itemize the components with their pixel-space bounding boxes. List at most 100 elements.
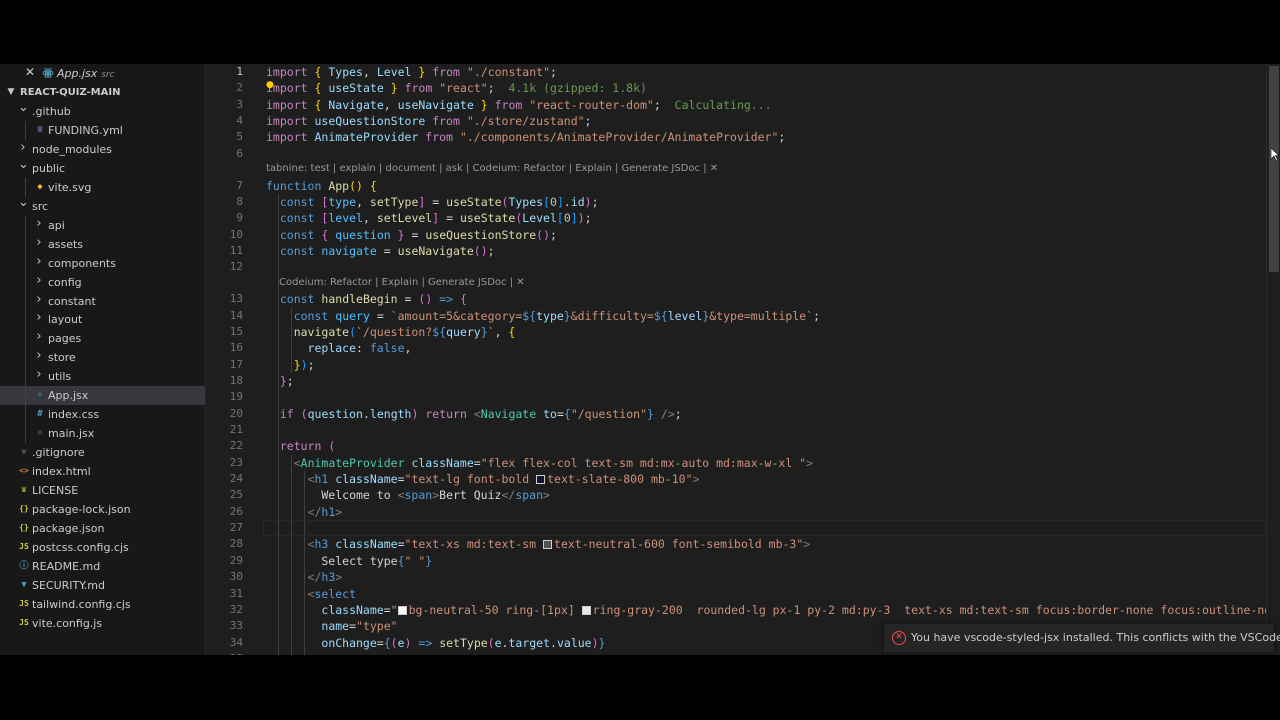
tree-item-label: FUNDING.yml	[48, 123, 123, 137]
code-line[interactable]: 24 <h1 className="text-lg font-bold text…	[206, 471, 1280, 487]
tree-item-index-html[interactable]: <> index.html	[0, 462, 205, 481]
code-line[interactable]: 2 import { useState } from "react"; 4.1k …	[206, 80, 1280, 96]
tree-item-vite-svg[interactable]: ◆ vite.svg	[0, 178, 205, 197]
code-line[interactable]: 26 </h1>	[206, 504, 1280, 520]
tree-item-vite-config-js[interactable]: JS vite.config.js	[0, 614, 205, 633]
color-swatch	[581, 605, 591, 615]
code-lens-actions[interactable]: Codeium: Refactor | Explain | Generate J…	[279, 277, 525, 291]
line-number: 14	[229, 308, 243, 322]
code-line[interactable]: 19	[206, 389, 1280, 405]
lightbulb-icon[interactable]: ●	[266, 77, 274, 93]
code-line[interactable]: 21	[206, 422, 1280, 438]
tree-item-security-md[interactable]: ▼ SECURITY.md	[0, 576, 205, 595]
tree-item-github[interactable]: ⌄ .github	[0, 101, 205, 121]
code-line[interactable]: 1 import { Types, Level } from "./constan…	[206, 64, 1280, 80]
react-icon	[42, 67, 54, 82]
code-line[interactable]: 15 navigate(`/question?${query}`, {	[206, 324, 1280, 340]
tree-item-config[interactable]: › config	[0, 273, 205, 292]
code-line[interactable]: 12	[206, 259, 1280, 275]
tree-item-label: node_modules	[32, 142, 112, 156]
line-number: 3	[236, 97, 243, 111]
line-number: 11	[229, 244, 243, 257]
code-lens-actions[interactable]: tabnine: test | explain | document | ask…	[266, 163, 718, 177]
tree-item-utils[interactable]: › utils	[0, 367, 205, 386]
code-line[interactable]: 8 const [type, setType] = useState(Types…	[206, 194, 1280, 210]
code-line[interactable]: 25 Welcome to <span>Bert Quiz</span>	[206, 487, 1280, 503]
code-line[interactable]: 7 function App() {	[206, 178, 1280, 194]
tree-item-layout[interactable]: › layout	[0, 310, 205, 329]
info-file-icon: ⓘ	[19, 560, 29, 571]
line-number: 33	[229, 619, 243, 633]
code-text: if (question.length) return <Navigate to…	[279, 406, 682, 421]
tree-item-components[interactable]: › components	[0, 254, 205, 273]
chevron-down-icon: ⌄	[18, 194, 29, 210]
tree-item-assets[interactable]: › assets	[0, 235, 205, 254]
code-line[interactable]: 30 </h3>	[206, 569, 1280, 585]
code-line[interactable]: 28 <h3 className="text-xs md:text-sm tex…	[206, 536, 1280, 552]
tree-item-pages[interactable]: › pages	[0, 329, 205, 348]
code-line[interactable]: 4 import useQuestionStore from "./store/z…	[206, 113, 1280, 129]
code-text: const [type, setType] = useState(Types[0…	[279, 194, 599, 209]
open-editor-item[interactable]: ✕ App.jsx src	[0, 65, 205, 82]
tree-item-gitignore[interactable]: ◆ .gitignore	[0, 443, 205, 462]
tree-item-readme-md[interactable]: ⓘ README.md	[0, 557, 205, 576]
code-line[interactable]: 18 };	[206, 373, 1280, 389]
code-line[interactable]: 31 <select	[206, 586, 1280, 602]
code-line[interactable]: 10 const { question } = useQuestionStore…	[206, 227, 1280, 243]
code-text: import { Navigate, useNavigate } from "r…	[266, 97, 772, 112]
tree-item-tailwind-config-cjs[interactable]: JS tailwind.config.cjs	[0, 595, 205, 614]
tree-item-constant[interactable]: › constant	[0, 292, 205, 311]
code-line[interactable]: 3 import { Navigate, useNavigate } from "…	[206, 97, 1280, 113]
line-number: 9	[236, 211, 243, 225]
code-line[interactable]: 22 return (	[206, 438, 1280, 454]
code-editor[interactable]: 1 import { Types, Level } from "./constan…	[206, 64, 1280, 655]
code-text: <select	[307, 586, 357, 601]
tree-item-public[interactable]: ⌄ public	[0, 158, 205, 178]
code-line[interactable]: 23 <AnimateProvider className="flex flex…	[206, 455, 1280, 471]
tree-item-app-jsx[interactable]: ⚛ App.jsx	[0, 386, 205, 406]
tree-item-package-lock-json[interactable]: {} package-lock.json	[0, 500, 205, 519]
tree-item-store[interactable]: › store	[0, 348, 205, 367]
tree-item-postcss-config-cjs[interactable]: JS postcss.config.cjs	[0, 538, 205, 557]
line-number: 2	[236, 81, 243, 95]
scrollbar-thumb[interactable]	[1269, 66, 1279, 272]
line-number: 24	[229, 472, 243, 486]
code-text: import { Types, Level } from "./constant…	[266, 65, 557, 79]
tree-item-api[interactable]: › api	[0, 216, 205, 235]
line-number: 32	[229, 602, 243, 616]
tree-item-package-json[interactable]: {} package.json	[0, 519, 205, 538]
explorer-root[interactable]: ▼ REACT-QUIZ-MAIN	[0, 83, 205, 102]
tree-item-license[interactable]: ♛ LICENSE	[0, 481, 205, 500]
code-line[interactable]: 9 const [level, setLevel] = useState(Lev…	[206, 210, 1280, 226]
code-line[interactable]: 13 const handleBegin = () => {	[206, 291, 1280, 307]
line-number: 1	[236, 65, 243, 78]
close-icon[interactable]: ✕	[25, 65, 35, 79]
code-line[interactable]: 27	[206, 520, 1280, 536]
code-line[interactable]: 29 Select type{" "}	[206, 553, 1280, 569]
notification-toast[interactable]: ✕ You have vscode-styled-jsx installed. …	[884, 624, 1280, 652]
line-number: 13	[229, 292, 243, 306]
tree-item-funding-yml[interactable]: ≡ FUNDING.yml	[0, 121, 205, 140]
code-line[interactable]: 17 });	[206, 357, 1280, 373]
code-line[interactable]: 5 import AnimateProvider from "./componen…	[206, 129, 1280, 145]
tree-item-label: SECURITY.md	[32, 578, 105, 592]
tree-item-src[interactable]: ⌄ src	[0, 194, 205, 216]
line-number: 8	[236, 194, 243, 208]
tree-item-label: src	[32, 199, 49, 213]
tree-item-index-css[interactable]: # index.css	[0, 405, 205, 424]
explorer-root-label: REACT-QUIZ-MAIN	[20, 87, 121, 98]
tree-item-node-modules[interactable]: › node_modules	[0, 139, 205, 159]
code-line[interactable]: 11 const navigate = useNavigate();	[206, 243, 1280, 259]
code-line[interactable]: 20 if (question.length) return <Navigate…	[206, 406, 1280, 422]
chevron-right-icon: ›	[20, 139, 26, 155]
tree-item-label: LICENSE	[32, 484, 79, 497]
tree-item-main-jsx[interactable]: ⚛ main.jsx	[0, 424, 205, 443]
code-line[interactable]: 32 className=" bg-neutral-50 ring-[1px] r…	[206, 602, 1280, 618]
mouse-cursor-icon	[1271, 148, 1279, 162]
tree-item-label: index.css	[48, 408, 100, 422]
code-line[interactable]: 16 replace: false,	[206, 340, 1280, 356]
tree-item-label: layout	[48, 313, 83, 327]
code-line[interactable]: 14 const query = `amount=5&category=${ty…	[206, 308, 1280, 324]
code-text: import { useState } from "react"; 4.1k (…	[266, 81, 647, 96]
code-line[interactable]: 6	[206, 146, 1280, 162]
